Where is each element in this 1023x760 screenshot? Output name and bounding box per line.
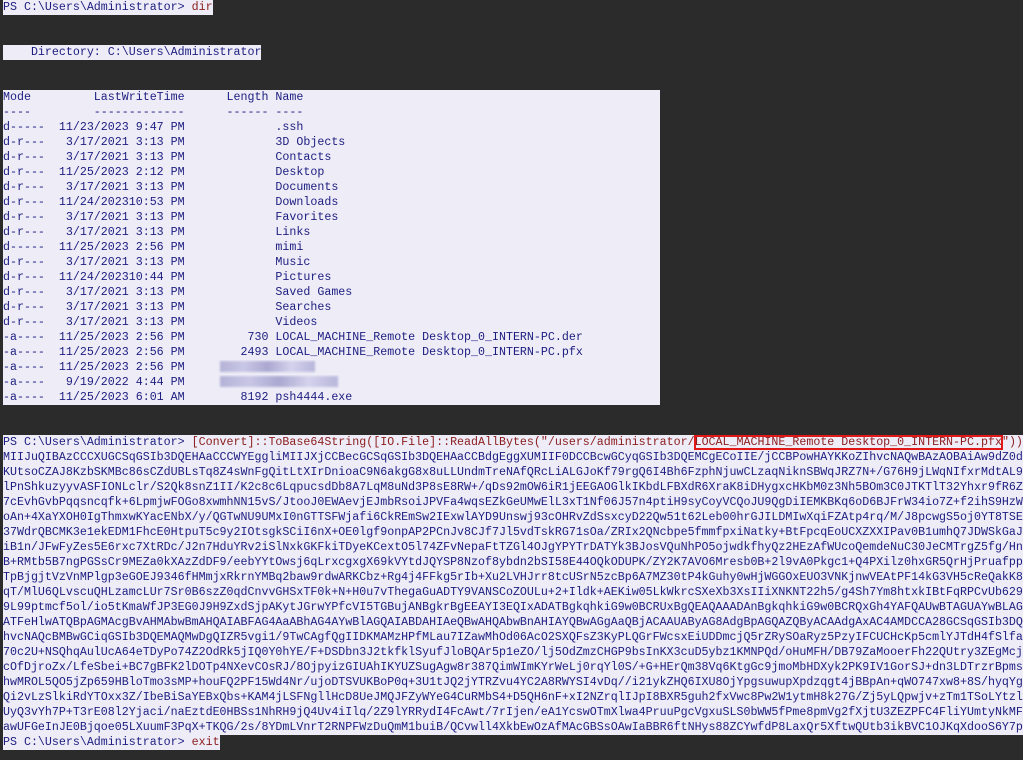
listing-row: d-r--- 3/17/2021 3:13 PM Links (3, 226, 311, 239)
command-convert-suffix: ")) (1001, 436, 1023, 449)
listing-row: d-r--- 3/17/2021 3:13 PM Videos (3, 316, 318, 329)
base64-line: hwMROL5QO5jZp659HBloTmo3sMP+houFQ2PF15Wd… (3, 675, 1023, 690)
command-exit: exit (191, 735, 220, 750)
listing-row: -a---- 11/25/2023 2:56 PM 730 LOCAL_MACH… (3, 331, 583, 344)
listing-row: d----- 11/25/2023 2:56 PM mimi (3, 241, 304, 254)
base64-line: oAn+4XaYXOH0IgThmxwKYacENbX/y/QGTwNU9UMx… (3, 510, 1023, 525)
base64-line: Qi2vLzSlkiRdYTOxx3Z/IbeBiSaYEBxQbs+KAM4j… (3, 690, 1023, 705)
directory-label: Directory: C:\Users\Administrator (3, 45, 262, 60)
highlighted-pfx-filename: LOCAL_MACHINE_Remote Desktop_0_INTERN-PC… (693, 435, 1003, 450)
base64-line: UyQ3vYh7P+T3rE08l2Yjaci/naEztdE0HBSs1NhR… (3, 705, 1023, 720)
listing-row: d-r--- 3/17/2021 3:13 PM Music (3, 256, 311, 269)
listing-row: d-r--- 3/17/2021 3:13 PM 3D Objects (3, 136, 346, 149)
prompt-line-dir: PS C:\Users\Administrator> dir (3, 0, 1023, 15)
base64-line: MIIJuQIBAzCCCXUGCSqGSIb3DQEHAaCCCWYEggli… (3, 450, 1023, 465)
directory-listing: Mode LastWriteTime Length Name ---- -----… (3, 90, 660, 405)
base64-line: lPnShkuzyyvASFIONLclr/S2Qk8snZ1II/K2c8c6… (3, 480, 1023, 495)
listing-row: d-r--- 3/17/2021 3:13 PM Searches (3, 301, 332, 314)
prompt-line-exit: PS C:\Users\Administrator> exit (3, 735, 1023, 750)
listing-row: d-r--- 11/25/2023 2:12 PM Desktop (3, 166, 325, 179)
redacted-filename (219, 361, 315, 373)
base64-line: ATFeHlwATQBpAGMAcgBvAHMAbwBmAHQAIABFAG4A… (3, 615, 1023, 630)
base64-line: 7cEvhGvbPqqsncqfk+6LpmjwFOGo8xwmhNN15vS/… (3, 495, 1023, 510)
directory-label-line: Directory: C:\Users\Administrator (3, 45, 1023, 60)
listing-row: -a---- 11/25/2023 2:56 PM 2493 LOCAL_MAC… (3, 346, 583, 359)
command-convert-prefix: [Convert]::ToBase64String([IO.File]::Rea… (191, 436, 695, 449)
base64-line: TpBjgjtVzVnMPlgp3eGOEJ9346fHMmjxRkrnYMBq… (3, 570, 1023, 585)
listing-row-redacted: -a---- 11/25/2023 2:56 PM (3, 360, 660, 375)
listing-row: d-r--- 11/24/202310:44 PM Pictures (3, 271, 332, 284)
prompt: PS C:\Users\Administrator> (3, 735, 192, 750)
base64-line: iB1n/JFwFyZes5E6rxc7XtRDc/J2n7HduYRv2iSl… (3, 540, 1023, 555)
base64-line: qT/MlU6QLvscuQHLzamcLUr7Sr0B6szZ0qdCnvvG… (3, 585, 1023, 600)
redacted-filename (219, 376, 338, 388)
listing-header: Mode LastWriteTime Length Name (3, 91, 304, 104)
base64-output: MIIJuQIBAzCCCXUGCSqGSIb3DQEHAaCCCWYEggli… (3, 450, 1023, 735)
listing-row: d-r--- 3/17/2021 3:13 PM Documents (3, 181, 339, 194)
prompt: PS C:\Users\Administrator> (3, 0, 192, 15)
base64-line: hvcNAQcBMBwGCiqGSIb3DQEMAQMwDgQIZR5vgi1/… (3, 630, 1023, 645)
powershell-terminal[interactable]: PS C:\Users\Administrator> dir Directory… (3, 0, 1023, 750)
listing-row: d-r--- 11/24/202310:53 PM Downloads (3, 196, 339, 209)
prompt-line-convert: PS C:\Users\Administrator> [Convert]::To… (3, 435, 1023, 450)
base64-line: B+RMtb5B7ngPGSsCr9MEZa0kXAzZdDF9/eebYYtO… (3, 555, 1023, 570)
listing-row: d-r--- 3/17/2021 3:13 PM Contacts (3, 151, 332, 164)
listing-row: d-r--- 3/17/2021 3:13 PM Saved Games (3, 286, 353, 299)
base64-line: cOfDjroZx/LfeSbei+BC7gBFK2lDOTp4NXevCOsR… (3, 660, 1023, 675)
base64-line: 9L99ptmcf5ol/io5tKmaWfJP3EG0J9H9ZxdSjpAK… (3, 600, 1023, 615)
base64-line: awUFGeInJE0Bjqoe05LXuumF3PqX+TKQG/2s/8YD… (3, 720, 1023, 735)
prompt: PS C:\Users\Administrator> (3, 436, 192, 449)
listing-row: d-r--- 3/17/2021 3:13 PM Favorites (3, 211, 339, 224)
base64-line: 70c2U+NSQhqAulUcA64eTDyPo74Z2OdRk5jIQ0Y0… (3, 645, 1023, 660)
listing-row-redacted: -a---- 9/19/2022 4:44 PM (3, 375, 660, 390)
base64-line: KUtsoCZAJ8KzbSKMBc86sCZdUBLsTq8Z4sWnFgQi… (3, 465, 1023, 480)
listing-row: -a---- 11/25/2023 6:01 AM 8192 psh4444.e… (3, 391, 353, 404)
listing-row: d----- 11/23/2023 9:47 PM .ssh (3, 121, 304, 134)
base64-line: 37WdrQBCMK3e1ekEDM1FhcE0HtpuT5c9y2IOtsgk… (3, 525, 1023, 540)
command-dir: dir (191, 0, 213, 15)
listing-header-underline: ---- ------------- ------ ---- (3, 106, 304, 119)
